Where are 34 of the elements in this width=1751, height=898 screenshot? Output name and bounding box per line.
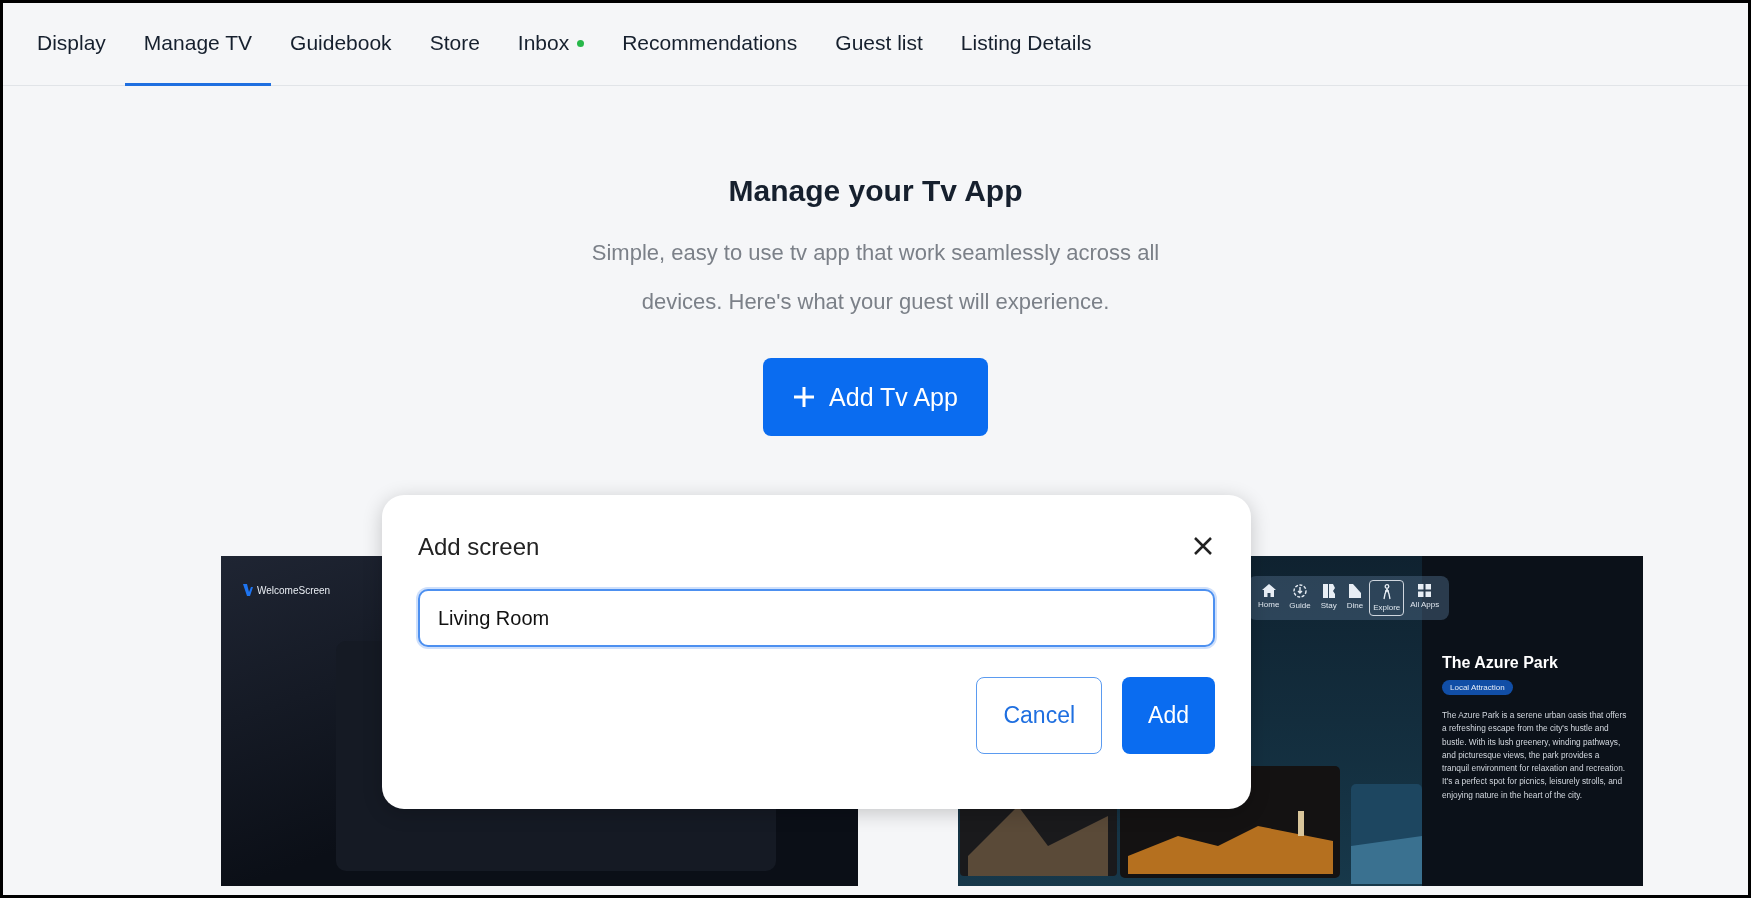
home-icon <box>1261 584 1276 597</box>
nav-item[interactable]: All Apps <box>1406 580 1444 616</box>
cancel-button[interactable]: Cancel <box>976 677 1103 754</box>
dialog-title: Add screen <box>418 533 540 561</box>
add-tv-app-button[interactable]: Add Tv App <box>763 358 988 436</box>
page-icon <box>1348 584 1361 598</box>
place-description: The Azure Park is a serene urban oasis that offers a refreshing escape from the city's hustle and bustle. With its lush greenery, winding pathways, and picturesque views, the park provides a tranquil environment for relaxation and recreation. It's a perfect spot for picnics, leisurely strolls, and enjoying nature in the heart of the city. <box>1442 709 1628 802</box>
person-icon <box>1381 584 1392 600</box>
nav-tab[interactable]: Display <box>18 3 125 86</box>
nav-item[interactable]: Stay <box>1316 580 1341 616</box>
place-title: The Azure Park <box>1442 654 1559 672</box>
nav-item[interactable]: Explore <box>1369 580 1405 616</box>
plus-icon <box>793 386 816 408</box>
nav-item[interactable]: Dine <box>1342 580 1368 616</box>
screen-name-field[interactable]: Living Room <box>418 589 1215 647</box>
nav-tab[interactable]: Guidebook <box>271 3 411 86</box>
nav-item[interactable]: Home <box>1254 580 1284 616</box>
unread-dot <box>577 39 585 47</box>
brand-name: WelcomeScreen <box>257 584 331 596</box>
category-tag: Local Attraction <box>1442 680 1513 695</box>
nav-tab[interactable]: Manage TV <box>124 3 272 86</box>
grid-icon <box>1418 584 1432 597</box>
page-subtitle: Simple, easy to use tv app that work seamlessly across all devices. Here's what your guest will experience. <box>590 239 1161 316</box>
nav-tab[interactable]: Recommendations <box>603 3 817 86</box>
add-button[interactable]: Add <box>1122 677 1215 754</box>
nav-tab[interactable]: Guest list <box>816 3 942 86</box>
nav-tab[interactable]: Inbox <box>498 3 604 86</box>
compass-icon <box>1293 584 1307 598</box>
nav-tab[interactable]: Store <box>410 3 499 86</box>
book-icon <box>1322 584 1335 598</box>
page-title: Manage your Tv App <box>728 174 1023 208</box>
nav-tab[interactable]: Listing Details <box>941 3 1111 86</box>
logo-icon <box>243 584 253 596</box>
nav-item[interactable]: Guide <box>1285 580 1315 616</box>
